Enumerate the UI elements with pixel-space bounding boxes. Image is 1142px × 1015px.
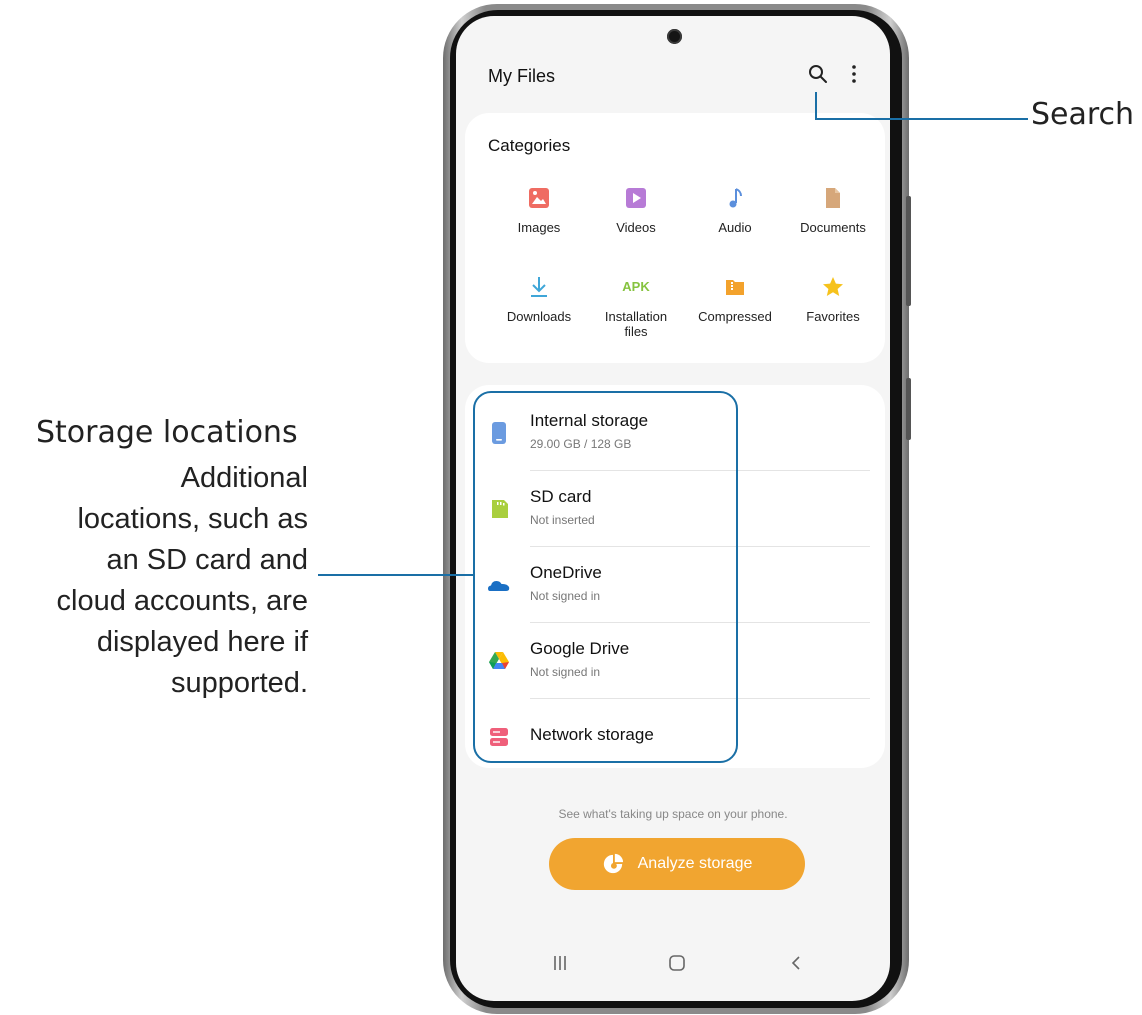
category-downloads[interactable]: Downloads	[489, 275, 589, 324]
recents-icon[interactable]	[552, 954, 568, 972]
power-button	[906, 378, 911, 440]
category-images[interactable]: Images	[489, 186, 589, 235]
desc-line: cloud accounts, are	[56, 585, 308, 617]
categories-card: Categories Images Videos Audio Documents…	[465, 113, 885, 363]
storage-locations-highlight	[473, 391, 738, 763]
search-callout-line	[815, 118, 1028, 120]
app-title: My Files	[488, 66, 555, 86]
storage-callout-title: Storage locations	[36, 415, 298, 450]
front-camera	[667, 29, 682, 44]
search-icon	[809, 65, 827, 83]
category-label: Images	[517, 220, 561, 235]
category-compressed[interactable]: Compressed	[685, 275, 785, 324]
zip-folder-icon	[726, 280, 744, 295]
volume-button	[906, 196, 911, 306]
category-label: Audio	[718, 220, 752, 235]
search-button[interactable]	[806, 62, 830, 86]
storage-callout-line	[318, 574, 475, 576]
categories-title: Categories	[488, 136, 571, 155]
analyze-hint: See what's taking up space on your phone…	[558, 807, 788, 821]
category-label: Videos	[616, 220, 656, 235]
back-icon[interactable]	[789, 954, 803, 972]
category-audio[interactable]: Audio	[685, 186, 785, 235]
video-icon	[626, 188, 646, 208]
desc-line: an SD card and	[106, 544, 308, 576]
document-icon	[826, 188, 840, 208]
analyze-storage-button[interactable]: Analyze storage	[549, 838, 805, 890]
category-label: Installation files	[604, 309, 668, 339]
search-callout-title: Search	[1031, 97, 1135, 132]
apk-icon: APK	[622, 279, 650, 294]
category-videos[interactable]: Videos	[586, 186, 686, 235]
category-favorites[interactable]: Favorites	[783, 275, 883, 324]
category-label: Compressed	[698, 309, 772, 324]
desc-line: Additional	[180, 462, 308, 494]
category-label: Documents	[800, 220, 866, 235]
category-label: Downloads	[506, 309, 572, 324]
category-documents[interactable]: Documents	[783, 186, 883, 235]
download-icon	[531, 277, 547, 297]
star-icon	[823, 277, 843, 296]
category-label: Favorites	[806, 309, 860, 324]
analyze-storage-icon	[603, 853, 623, 874]
search-callout-line	[815, 92, 817, 119]
image-icon	[529, 188, 549, 208]
desc-line: displayed here if	[96, 626, 308, 658]
music-note-icon	[729, 188, 742, 208]
analyze-storage-label: Analyze storage	[637, 855, 753, 872]
desc-line: supported.	[170, 667, 308, 699]
category-installation-files[interactable]: APK Installation files	[586, 275, 686, 339]
more-vert-icon	[852, 65, 856, 83]
desc-line: locations, such as	[77, 503, 308, 535]
storage-callout-description: Additional locations, such as an SD card…	[57, 458, 308, 704]
home-icon[interactable]	[668, 954, 686, 972]
more-options-button[interactable]	[844, 62, 864, 86]
